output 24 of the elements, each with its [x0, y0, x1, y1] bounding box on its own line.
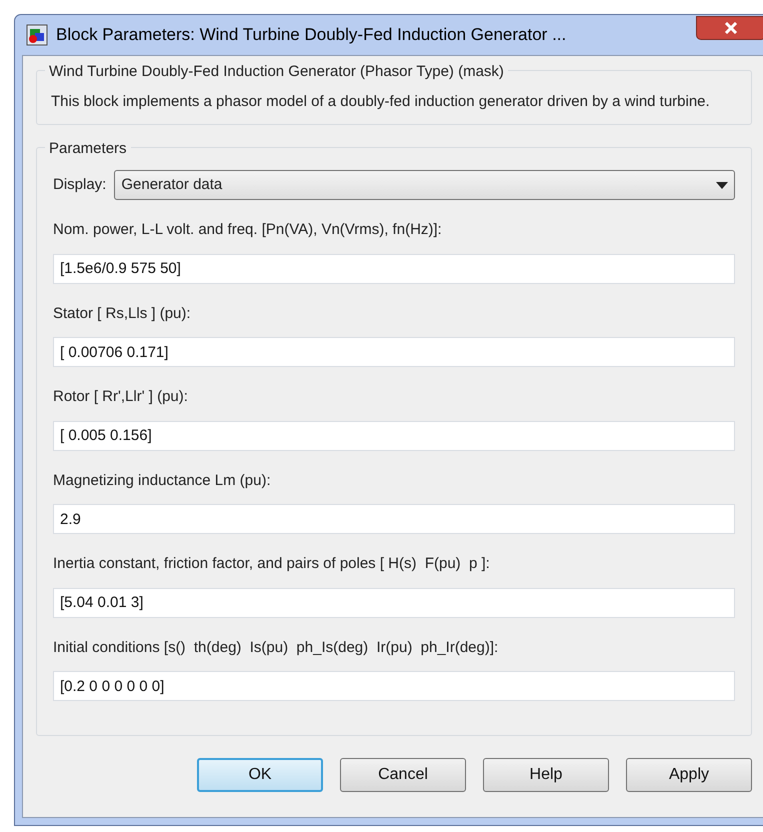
- input-field[interactable]: 2.9: [53, 504, 735, 534]
- field-label: Rotor [ Rr',Llr' ] (pu):: [53, 387, 189, 407]
- dialog-button[interactable]: Help: [483, 758, 609, 792]
- caret-icon: [716, 182, 728, 188]
- close-icon: [724, 22, 738, 34]
- field-label: Magnetizing inductance Lm (pu):: [53, 470, 272, 490]
- input-field[interactable]: [1.5e6/0.9 575 50]: [53, 254, 735, 284]
- input-field[interactable]: [ 0.00706 0.171]: [53, 337, 735, 367]
- field-label: Stator [ Rs,Lls ] (pu):: [53, 304, 192, 324]
- field-label: Nom. power, L-L volt. and freq. [Pn(VA), Vn(Vrms), fn(Hz)]:: [53, 220, 443, 240]
- input-field[interactable]: [0.2 0 0 0 0 0 0]: [53, 671, 735, 701]
- dialog-button[interactable]: Apply: [626, 758, 752, 792]
- input-field[interactable]: [5.04 0.01 3]: [53, 588, 735, 618]
- close-button[interactable]: [696, 16, 763, 40]
- display-label: Display:: [53, 174, 106, 195]
- window-title: Block Parameters: Wind Turbine Doubly-Fed Induction Generator ...: [56, 24, 566, 46]
- input-field[interactable]: [ 0.005 0.156]: [53, 420, 735, 450]
- dialog-button[interactable]: Cancel: [340, 758, 466, 792]
- dialog-button[interactable]: OK: [197, 758, 323, 792]
- block-icon: [26, 24, 48, 46]
- field-label: Initial conditions [s() th(deg) Is(pu) ph_Is(deg) Ir(pu) ph_Ir(deg)]:: [53, 638, 500, 658]
- description-text: This block implements a phasor model of a doubly-fed induction generator driven by a wind turbine.: [51, 92, 711, 112]
- display-dropdown[interactable]: Generator data: [114, 170, 735, 200]
- field-label: Inertia constant, friction factor, and pairs of poles [ H(s) F(pu) p ]:: [53, 554, 491, 574]
